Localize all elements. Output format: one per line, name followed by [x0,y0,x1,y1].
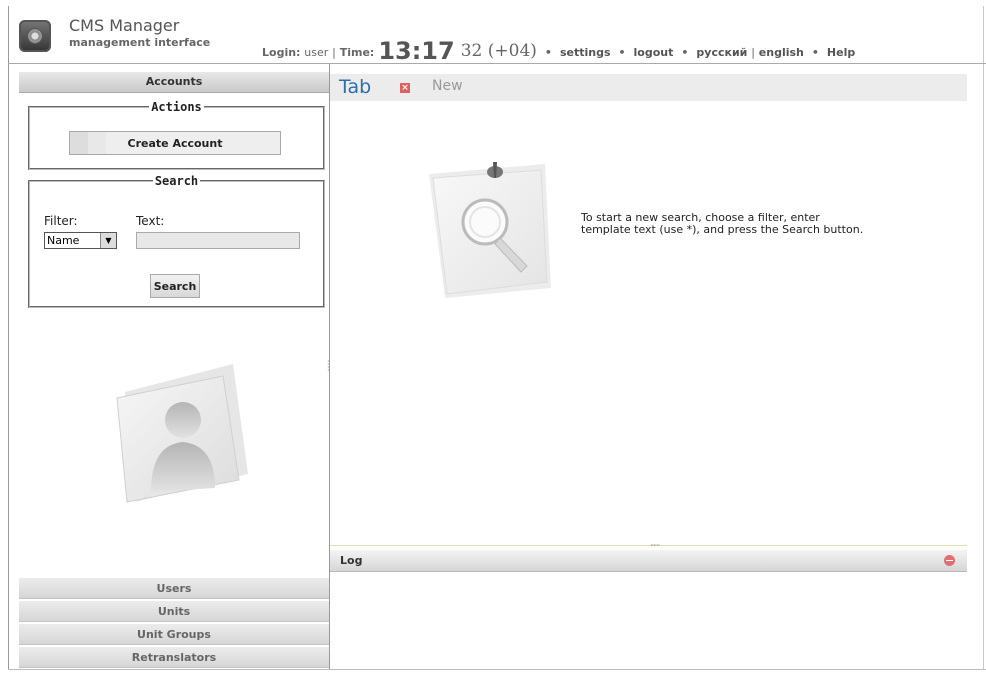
lang-en-link[interactable]: english [759,46,804,59]
help-link[interactable]: Help [827,46,855,59]
search-hint: To start a new search, choose a filter, … [581,211,864,236]
horizontal-splitter[interactable] [330,545,967,549]
search-legend: Search [154,174,199,188]
tab-active[interactable]: Tab [339,76,371,98]
search-text-input[interactable] [136,232,300,249]
header: CMS Manager management interface Login: … [8,6,986,65]
splitter-grip-icon[interactable]: · · · · [327,358,330,375]
separator: | [751,46,755,59]
accounts-header[interactable]: Accounts [19,72,329,93]
actions-legend: Actions [151,100,202,114]
splitter-grip-icon[interactable]: ······ [650,541,660,550]
login-label: Login: [262,46,301,59]
bullet-icon: • [618,46,626,59]
time-label: Time: [339,46,375,59]
bottom-border [8,669,986,670]
tab-new[interactable]: New [432,78,463,94]
dropdown-arrow-icon[interactable]: ▼ [100,233,116,248]
login-user: user [304,46,329,59]
user-silhouette-icon [116,364,248,503]
search-button[interactable]: Search [150,274,200,298]
search-note-icon [429,162,551,298]
filter-select-value: Name [47,234,80,247]
tab-close-icon[interactable]: × [400,83,410,93]
logout-link[interactable]: logout [634,46,674,59]
app-title: CMS Manager [69,16,180,35]
status-bar: Login: user | Time: 13:17 32 (+04) • set… [262,34,855,65]
clock-seconds-offset: 32 (+04) [460,41,537,61]
log-title: Log [340,554,363,567]
left-panel: Accounts Actions Create Account Search F… [19,72,329,672]
nav-users[interactable]: Users [19,577,329,599]
filter-select[interactable]: Name ▼ [44,232,117,249]
actions-group: Actions Create Account [28,100,325,170]
settings-link[interactable]: settings [560,46,611,59]
separator: | [332,46,336,59]
filter-label: Filter: [44,214,78,228]
bullet-icon: • [811,46,819,59]
search-group: Search Filter: Text: Name ▼ Search [28,174,325,308]
log-close-icon[interactable] [944,555,955,566]
bullet-icon: • [544,46,552,59]
log-header: Log [330,550,967,572]
app-subtitle: management interface [69,36,211,49]
nav-retranslators[interactable]: Retranslators [19,646,329,668]
tab-bar: Tab × New [330,74,967,101]
lang-ru-link[interactable]: русский [696,46,747,59]
clock-time: 13:17 [378,37,455,65]
nav-units[interactable]: Units [19,600,329,622]
bullet-icon: • [681,46,689,59]
nav-unit-groups[interactable]: Unit Groups [19,623,329,645]
app-logo-icon [19,20,51,52]
create-account-button[interactable]: Create Account [69,131,281,155]
text-label: Text: [136,214,165,228]
